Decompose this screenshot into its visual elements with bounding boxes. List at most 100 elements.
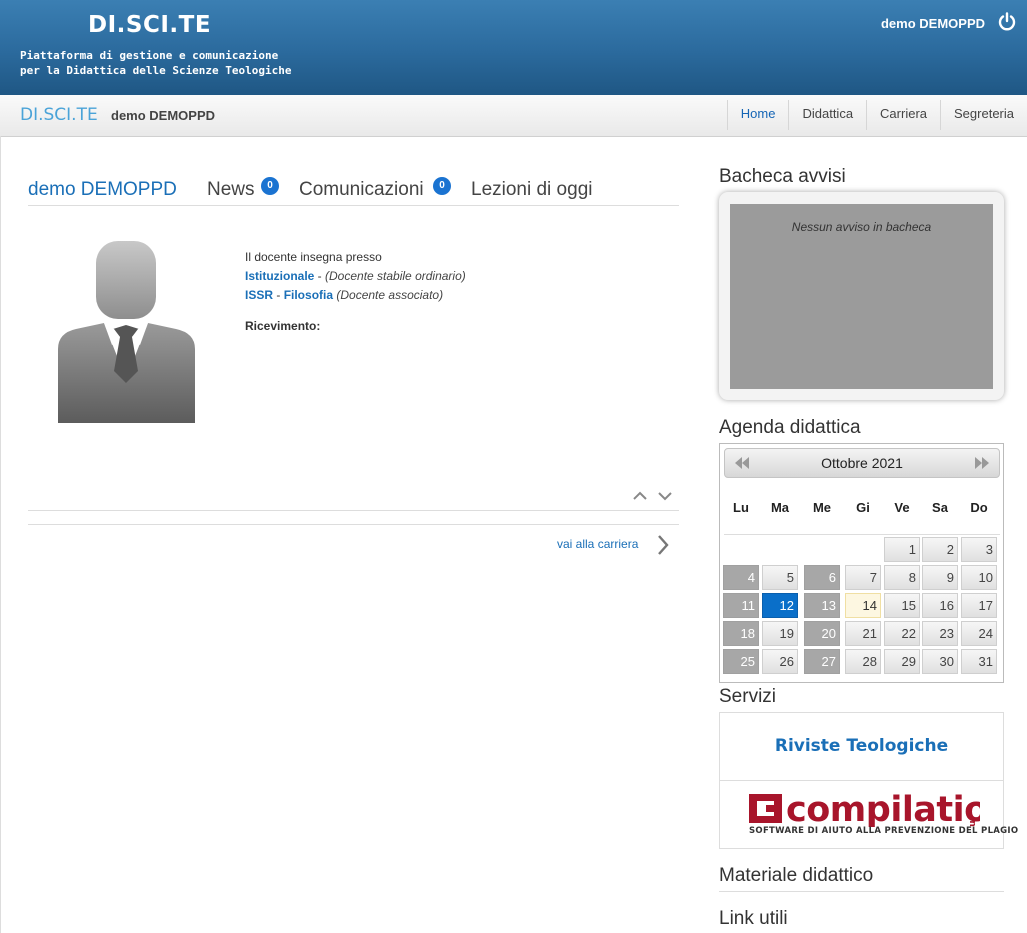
nav-brand[interactable]: DI.SCI.TE xyxy=(20,105,98,125)
calendar-day[interactable]: 19 xyxy=(762,621,798,646)
chevron-up-icon[interactable] xyxy=(632,490,648,502)
comunicazioni-count-badge: 0 xyxy=(433,177,451,195)
tab-lezioni-di-oggi[interactable]: Lezioni di oggi xyxy=(471,179,592,201)
calendar-day[interactable]: 13 xyxy=(804,593,840,618)
bacheca-board: Nessun avviso in bacheca xyxy=(719,192,1004,400)
divider xyxy=(28,524,679,525)
tagline-line-1: Piattaforma di gestione e comunicazione xyxy=(20,49,279,62)
calendar-dow-header: Ve xyxy=(894,500,910,515)
calendar-day[interactable]: 11 xyxy=(723,593,759,618)
calendar-day[interactable]: 27 xyxy=(804,649,840,674)
nav-item-segreteria[interactable]: Segreteria xyxy=(940,100,1027,130)
calendar-day[interactable]: 6 xyxy=(804,565,840,590)
calendar-day[interactable]: 28 xyxy=(845,649,881,674)
riviste-teologiche-banner[interactable]: Riviste Teologiche xyxy=(719,712,1004,781)
institution-istituzionale-link[interactable]: Istituzionale xyxy=(245,269,314,283)
teaches-at-label: Il docente insegna presso xyxy=(245,250,382,264)
calendar-dow-header: Do xyxy=(970,500,988,515)
nav-menu: Home Didattica Carriera Segreteria xyxy=(726,100,1027,130)
calendar-header: Ottobre 2021 xyxy=(724,448,1000,478)
calendar-day[interactable]: 1 xyxy=(884,537,920,562)
institution-role: (Docente associato) xyxy=(333,288,444,302)
calendar-day[interactable]: 5 xyxy=(762,565,798,590)
compilatio-banner[interactable]: compilatio .net SOFTWARE DI AIUTO ALLA P… xyxy=(719,780,1018,849)
calendar-dow-header: Me xyxy=(812,500,832,515)
separator: - xyxy=(273,288,284,302)
divider xyxy=(28,510,679,511)
nav-bar: DI.SCI.TE demo DEMOPPD Home Didattica Ca… xyxy=(0,95,1027,137)
calendar-day[interactable]: 7 xyxy=(845,565,881,590)
calendar-day[interactable]: 10 xyxy=(961,565,997,590)
calendar-day[interactable]: 16 xyxy=(922,593,958,618)
calendar-day[interactable]: 14 xyxy=(845,593,881,618)
site-logo[interactable]: DI.SCI.TE xyxy=(88,12,211,38)
calendar: Ottobre 2021 Lu Ma Me Gi Ve Sa Do 1 2 3 4 5 6 7 8 9 10 11… xyxy=(719,443,1004,683)
calendar-day[interactable]: 18 xyxy=(723,621,759,646)
compilatio-logo: compilatio .net xyxy=(749,790,980,827)
calendar-day[interactable]: 9 xyxy=(922,565,958,590)
materiale-didattico-title[interactable]: Materiale didattico xyxy=(719,865,873,887)
teacher-info: Il docente insegna presso Istituzionale … xyxy=(245,248,466,336)
nav-user-name: demo DEMOPPD xyxy=(111,108,216,123)
calendar-day[interactable]: 30 xyxy=(922,649,958,674)
tab-profile[interactable]: demo DEMOPPD xyxy=(28,179,177,201)
nav-item-didattica[interactable]: Didattica xyxy=(788,100,866,130)
calendar-day[interactable]: 15 xyxy=(884,593,920,618)
ricevimento-label: Ricevimento: xyxy=(245,319,321,333)
main-tabs: demo DEMOPPD News 0 Comunicazioni 0 Lezi… xyxy=(28,176,679,206)
nav-item-home[interactable]: Home xyxy=(726,100,789,130)
riviste-teologiche-label: Riviste Teologiche xyxy=(774,736,949,756)
news-count-badge: 0 xyxy=(261,177,279,195)
calendar-day[interactable]: 21 xyxy=(845,621,881,646)
avatar-placeholder-icon xyxy=(58,241,195,423)
bacheca-title: Bacheca avvisi xyxy=(719,166,846,187)
compilatio-subtitle: SOFTWARE DI AIUTO ALLA PREVENZIONE DEL P… xyxy=(749,826,1019,836)
site-tagline: Piattaforma di gestione e comunicazione … xyxy=(20,48,292,78)
calendar-dow-header: Ma xyxy=(770,500,790,515)
calendar-day[interactable]: 20 xyxy=(804,621,840,646)
department-filosofia-link[interactable]: Filosofia xyxy=(284,288,333,302)
header-user-name: demo DEMOPPD xyxy=(880,16,985,31)
separator: - xyxy=(314,269,326,283)
servizi-title: Servizi xyxy=(719,686,777,707)
divider xyxy=(719,891,1004,892)
calendar-dow-header: Sa xyxy=(932,500,948,515)
career-link[interactable]: vai alla carriera xyxy=(557,537,638,551)
nav-item-carriera[interactable]: Carriera xyxy=(866,100,940,130)
calendar-day[interactable]: 29 xyxy=(884,649,920,674)
calendar-day[interactable]: 2 xyxy=(922,537,958,562)
institution-row-1: Istituzionale - (Docente stabile ordinar… xyxy=(245,267,466,286)
calendar-day[interactable]: 26 xyxy=(762,649,798,674)
calendar-day[interactable]: 23 xyxy=(922,621,958,646)
tagline-line-2: per la Didattica delle Scienze Teologich… xyxy=(20,64,292,77)
page-border xyxy=(0,136,1,933)
calendar-next-icon[interactable] xyxy=(973,456,991,470)
calendar-day[interactable]: 4 xyxy=(723,565,759,590)
link-utili-title[interactable]: Link utili xyxy=(719,908,788,930)
bacheca-empty-text: Nessun avviso in bacheca xyxy=(791,220,932,234)
bacheca-screen: Nessun avviso in bacheca xyxy=(730,204,993,389)
calendar-divider xyxy=(724,534,1000,535)
compilatio-wordmark: compilatio xyxy=(786,790,980,827)
calendar-day[interactable]: 8 xyxy=(884,565,920,590)
calendar-day[interactable]: 31 xyxy=(961,649,997,674)
top-header: DI.SCI.TE Piattaforma di gestione e comu… xyxy=(0,0,1027,95)
calendar-day[interactable]: 25 xyxy=(723,649,759,674)
calendar-dow-header: Lu xyxy=(733,500,749,515)
institution-role: (Docente stabile ordinario) xyxy=(325,269,466,283)
power-icon[interactable] xyxy=(997,12,1017,32)
calendar-month-label: Ottobre 2021 xyxy=(821,455,903,471)
chevron-right-icon[interactable] xyxy=(656,534,670,556)
calendar-day[interactable]: 24 xyxy=(961,621,997,646)
chevron-down-icon[interactable] xyxy=(657,490,673,502)
institution-row-2: ISSR - Filosofia (Docente associato) xyxy=(245,286,466,305)
agenda-title: Agenda didattica xyxy=(719,417,861,438)
institution-issr-link[interactable]: ISSR xyxy=(245,288,273,302)
calendar-day[interactable]: 12 xyxy=(762,593,798,618)
tab-comunicazioni[interactable]: Comunicazioni xyxy=(299,179,424,201)
calendar-dow-header: Gi xyxy=(856,500,870,515)
tab-news[interactable]: News xyxy=(207,179,255,201)
calendar-day[interactable]: 17 xyxy=(961,593,997,618)
calendar-day[interactable]: 22 xyxy=(884,621,920,646)
calendar-day[interactable]: 3 xyxy=(961,537,997,562)
